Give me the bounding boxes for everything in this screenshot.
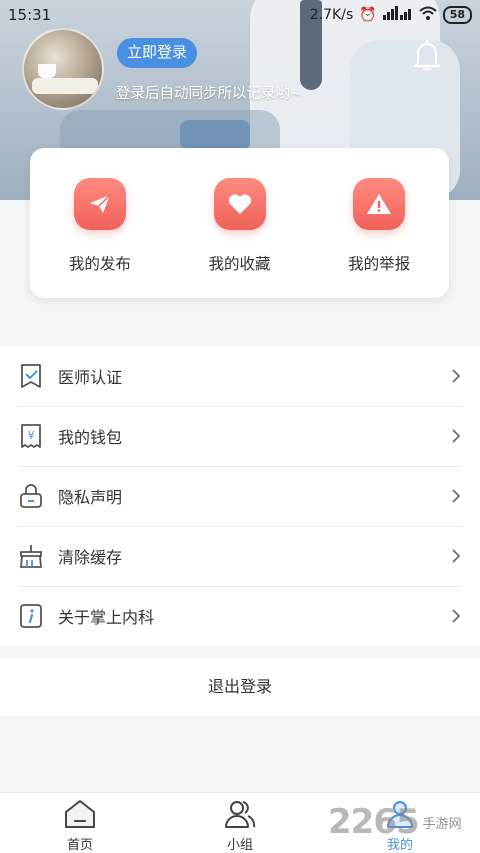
chevron-right-icon: [452, 609, 461, 623]
tab-label: 小组: [226, 838, 253, 853]
my-favorites-button[interactable]: 我的收藏: [170, 148, 310, 298]
menu-label: 我的钱包: [58, 428, 123, 447]
svg-text:¥: ¥: [28, 429, 35, 442]
lock-icon: [18, 483, 44, 509]
status-bar: 15:31 2.7K/s ⏰ 58: [0, 0, 480, 30]
my-reports-button[interactable]: 我的举报: [309, 148, 449, 298]
menu-label: 清除缓存: [58, 548, 123, 567]
settings-menu: 医师认证 ¥ 我的钱包 隐私声明 清除缓存 关于掌上内科: [0, 346, 480, 646]
menu-item-privacy-statement[interactable]: 隐私声明: [0, 466, 480, 526]
group-icon: [225, 801, 256, 828]
logout-button[interactable]: 退出登录: [0, 658, 480, 716]
menu-item-wallet[interactable]: ¥ 我的钱包: [0, 406, 480, 466]
menu-label: 关于掌上内科: [58, 608, 155, 627]
menu-item-doctor-certification[interactable]: 医师认证: [0, 346, 480, 406]
tab-label: 首页: [66, 838, 93, 853]
signal-icon: [382, 6, 413, 24]
wifi-icon: [419, 6, 437, 24]
menu-label: 隐私声明: [58, 488, 123, 507]
tab-home[interactable]: 首页: [0, 793, 160, 853]
my-reports-label: 我的举报: [348, 255, 411, 273]
my-posts-label: 我的发布: [68, 255, 131, 273]
quick-actions-card: 我的发布 我的收藏 我的举报: [30, 148, 449, 298]
certificate-icon: [18, 363, 44, 389]
bell-icon[interactable]: [412, 38, 442, 72]
watermark-text: 手游网: [422, 816, 462, 832]
status-time: 15:31: [8, 6, 52, 24]
watermark-number: 2265: [328, 802, 420, 842]
network-speed: 2.7K/s: [309, 7, 354, 23]
alarm-icon: ⏰: [359, 7, 377, 23]
battery-icon: 58: [442, 6, 472, 24]
heart-icon: [213, 178, 266, 230]
chevron-right-icon: [452, 549, 461, 563]
chevron-right-icon: [452, 489, 461, 503]
chevron-right-icon: [452, 429, 461, 443]
broom-icon: [18, 543, 44, 569]
avatar[interactable]: [22, 28, 104, 110]
info-icon: [18, 603, 44, 629]
wallet-icon: ¥: [18, 423, 44, 449]
warning-icon: [353, 178, 406, 230]
tab-group[interactable]: 小组: [160, 793, 320, 853]
my-favorites-label: 我的收藏: [208, 255, 271, 273]
home-icon: [65, 800, 95, 828]
paper-plane-icon: [73, 178, 126, 230]
menu-item-clear-cache[interactable]: 清除缓存: [0, 526, 480, 586]
menu-label: 医师认证: [58, 368, 123, 387]
site-watermark: 2265 手游网: [328, 800, 478, 844]
my-posts-button[interactable]: 我的发布: [30, 148, 170, 298]
menu-item-about[interactable]: 关于掌上内科: [0, 586, 480, 646]
chevron-right-icon: [452, 369, 461, 383]
login-hint: 登录后自动同步所以记录哟~: [116, 86, 303, 102]
login-button[interactable]: 立即登录: [117, 38, 197, 68]
